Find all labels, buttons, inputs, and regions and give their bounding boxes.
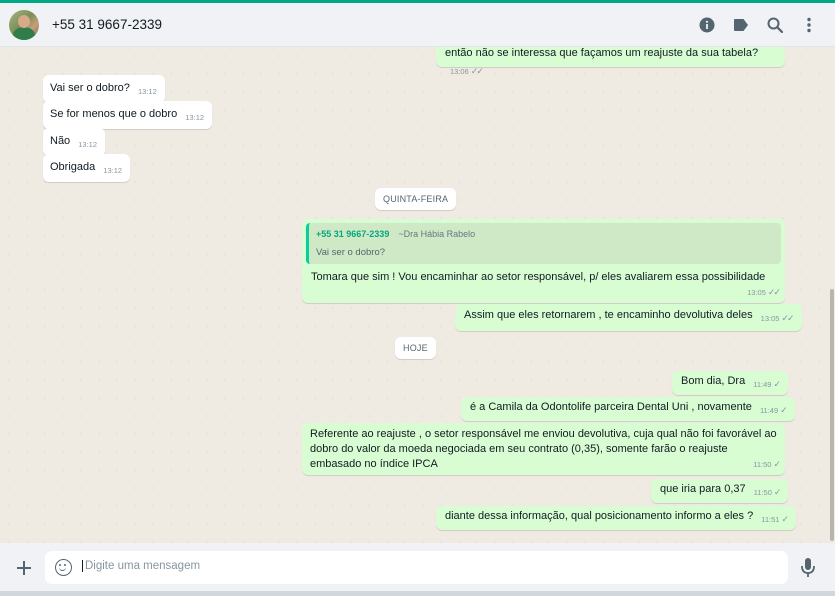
sent-tick-icon: ✓	[781, 514, 788, 524]
message-text: Vai ser o dobro?	[50, 82, 130, 94]
message-text: Se for menos que o dobro	[50, 108, 178, 120]
message-outgoing-reply[interactable]: +55 31 9667-2339 ~Dra Hábia Rabelo Vai s…	[302, 219, 785, 303]
window-bottom-edge	[0, 591, 835, 596]
quoted-text: Vai ser o dobro?	[316, 247, 386, 258]
message-time: 13:05 ✓✓	[760, 313, 795, 323]
avatar[interactable]	[9, 9, 39, 40]
message-incoming[interactable]: Não 13:12	[43, 128, 106, 156]
message-incoming[interactable]: Vai ser o dobro? 13:12	[43, 75, 165, 103]
plus-icon[interactable]	[15, 559, 33, 577]
contact-name[interactable]: +55 31 9667-2339	[52, 17, 162, 32]
message-outgoing[interactable]: diante dessa informação, qual posicionam…	[436, 506, 797, 530]
message-text: Obrigada	[50, 161, 96, 173]
message-text: então não se interessa que façamos um re…	[445, 47, 759, 59]
chat-area[interactable]: então não se interessa que façamos um re…	[0, 47, 835, 543]
message-outgoing[interactable]: Referente ao reajuste , o setor responsá…	[302, 423, 785, 475]
menu-icon[interactable]	[801, 17, 817, 33]
read-ticks-icon: ✓✓	[767, 287, 781, 297]
message-time: 11:49 ✓	[753, 379, 781, 389]
message-text: que iria para 0,37	[660, 483, 746, 495]
message-time: 11:51 ✓	[761, 514, 789, 524]
message-time: 11:49 ✓	[759, 405, 788, 415]
message-time: 11:50 ✓	[753, 487, 782, 497]
message-time: 13:06 ✓✓	[450, 66, 484, 76]
search-icon[interactable]	[767, 17, 783, 33]
message-text: é a Camila da Odontolife parceira Dental…	[470, 401, 752, 413]
message-time: 13:12	[78, 140, 98, 149]
sent-tick-icon: ✓	[780, 405, 787, 415]
message-text: Referente ao reajuste , o setor responsá…	[310, 428, 777, 470]
message-time: 13:12	[137, 87, 157, 96]
message-outgoing[interactable]: é a Camila da Odontolife parceira Dental…	[461, 397, 795, 421]
message-text: Assim que eles retornarem , te encaminho…	[464, 309, 753, 321]
label-icon[interactable]	[733, 17, 749, 33]
read-ticks-icon: ✓✓	[781, 313, 794, 323]
message-outgoing[interactable]: Assim que eles retornarem , te encaminho…	[455, 304, 802, 331]
message-outgoing[interactable]: então não se interessa que façamos um re…	[436, 47, 785, 76]
header-actions	[699, 3, 835, 47]
message-text: diante dessa informação, qual posicionam…	[445, 510, 754, 522]
sent-tick-icon: ✓	[773, 379, 780, 389]
message-time: 11:50 ✓	[753, 459, 781, 469]
message-outgoing[interactable]: Bom dia, Dra 11:49 ✓	[672, 371, 789, 395]
message-placeholder[interactable]: Digite uma mensagem	[82, 560, 200, 572]
date-separator: QUINTA-FEIRA	[375, 188, 457, 210]
message-input[interactable]: Digite uma mensagem	[45, 551, 788, 584]
read-ticks-icon: ✓✓	[470, 66, 484, 76]
composer-bar: Digite uma mensagem	[0, 543, 835, 596]
emoji-icon[interactable]	[55, 559, 72, 576]
mic-icon[interactable]	[800, 557, 816, 579]
message-text: Não	[50, 135, 71, 147]
date-separator: HOJE	[395, 337, 436, 359]
quoted-message[interactable]: +55 31 9667-2339 ~Dra Hábia Rabelo Vai s…	[306, 223, 781, 264]
message-time: 13:12	[185, 113, 205, 122]
chat-header: +55 31 9667-2339	[0, 3, 835, 47]
chat-scrollbar[interactable]	[830, 289, 834, 541]
quoted-author: +55 31 9667-2339	[316, 229, 390, 239]
message-text: Tomara que sim ! Vou encaminhar ao setor…	[311, 271, 766, 283]
message-text: Bom dia, Dra	[681, 375, 746, 387]
message-time: 13:12	[103, 166, 123, 175]
message-incoming[interactable]: Obrigada 13:12	[43, 154, 131, 182]
message-incoming[interactable]: Se for menos que o dobro 13:12	[43, 101, 213, 129]
message-time: 13:05 ✓✓	[747, 287, 781, 297]
quoted-pushname: ~Dra Hábia Rabelo	[398, 229, 476, 239]
sent-tick-icon: ✓	[773, 487, 781, 497]
sent-tick-icon: ✓	[773, 459, 780, 469]
info-icon[interactable]	[699, 17, 715, 33]
message-outgoing[interactable]: que iria para 0,37 11:50 ✓	[651, 479, 789, 503]
